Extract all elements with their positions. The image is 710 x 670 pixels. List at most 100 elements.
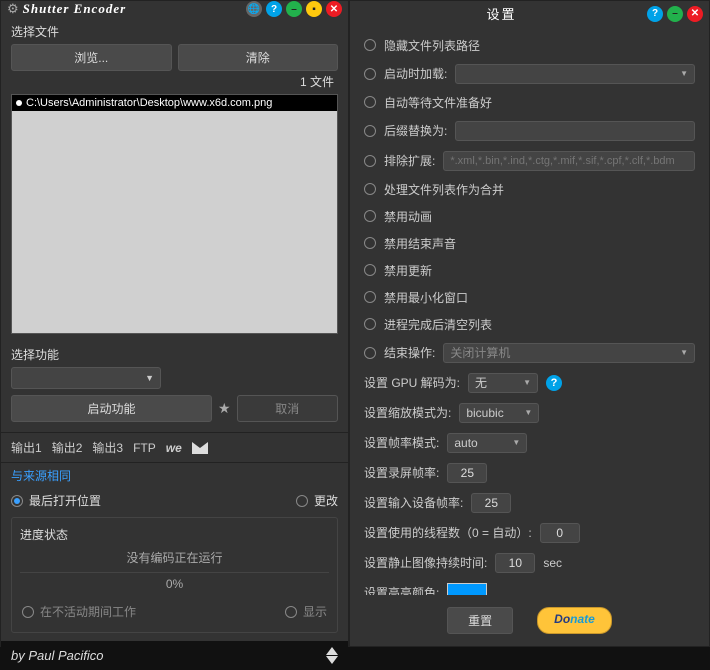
opt-disable-min-radio[interactable]: [364, 291, 376, 303]
help-icon[interactable]: ?: [266, 1, 282, 17]
help-icon[interactable]: ?: [647, 6, 663, 22]
opt-load-start-radio[interactable]: [364, 68, 376, 80]
file-list[interactable]: C:\Users\Administrator\Desktop\www.x6d.c…: [11, 94, 338, 334]
idle-work-label: 在不活动期间工作: [40, 603, 136, 620]
app-title: Shutter Encoder: [23, 1, 246, 17]
opt-hide-path-radio[interactable]: [364, 39, 376, 51]
opt-disable-anim-label: 禁用动画: [384, 208, 432, 225]
opt-wait-ready-label: 自动等待文件准备好: [384, 94, 492, 111]
gpu-decode-label: 设置 GPU 解码为:: [364, 374, 460, 391]
gpu-decode-select[interactable]: 无▼: [468, 373, 538, 393]
choose-file-section: 选择文件 浏览... 清除 1 文件 C:\Users\Administrato…: [1, 17, 348, 340]
file-count: 1 文件: [11, 71, 338, 94]
chevron-down-icon: ▼: [680, 348, 688, 357]
tab-output2[interactable]: 输出2: [52, 439, 83, 456]
chevron-down-icon: ▼: [524, 408, 532, 417]
opt-disable-update-label: 禁用更新: [384, 262, 432, 279]
opt-exclude-label: 排除扩展:: [384, 152, 435, 169]
chevron-down-icon: ▼: [680, 69, 688, 78]
minimize-icon[interactable]: –: [667, 6, 683, 22]
expand-toggle-icon[interactable]: [326, 647, 338, 664]
progress-title: 进度状态: [20, 526, 329, 543]
load-on-start-select[interactable]: ▼: [455, 64, 695, 84]
sec-label: sec: [543, 556, 562, 570]
opt-end-action-radio[interactable]: [364, 347, 376, 359]
settings-titlebar: 设置 ? – ✕: [350, 1, 709, 27]
opt-disable-sound-radio[interactable]: [364, 237, 376, 249]
browse-button[interactable]: 浏览...: [11, 44, 172, 71]
open-last-location-radio[interactable]: [11, 495, 23, 507]
cancel-button[interactable]: 取消: [237, 395, 338, 422]
opt-suffix-radio[interactable]: [364, 125, 376, 137]
main-window: ⚙ Shutter Encoder 🌐 ? – ▪ ✕ 选择文件 浏览... 清…: [0, 0, 349, 647]
choose-function-section: 选择功能 ▼ 启动功能 ★ 取消: [1, 340, 348, 428]
accent-color-label: 设置高亮颜色:: [364, 584, 439, 595]
settings-window: 设置 ? – ✕ 隐藏文件列表路径 启动时加载: ▼ 自动等待文件准备好 后缀替换…: [349, 0, 710, 647]
help-icon[interactable]: ?: [546, 375, 562, 391]
still-dur-label: 设置静止图像持续时间:: [364, 554, 487, 571]
open-last-location-label: 最后打开位置: [29, 492, 101, 509]
opt-hide-path-label: 隐藏文件列表路径: [384, 37, 480, 54]
opt-disable-anim-radio[interactable]: [364, 210, 376, 222]
close-icon[interactable]: ✕: [687, 6, 703, 22]
output-tabs: 输出1 输出2 输出3 FTP we: [1, 432, 348, 463]
opt-exclude-radio[interactable]: [364, 155, 376, 167]
same-as-source-link[interactable]: 与来源相同: [1, 463, 348, 488]
file-list-item[interactable]: C:\Users\Administrator\Desktop\www.x6d.c…: [12, 95, 337, 111]
input-fps-input[interactable]: 25: [471, 493, 511, 513]
opt-load-start-label: 启动时加载:: [384, 65, 447, 82]
input-fps-label: 设置输入设备帧率:: [364, 494, 463, 511]
accent-color-picker[interactable]: [447, 583, 487, 595]
opt-end-action-label: 结束操作:: [384, 344, 435, 361]
show-radio[interactable]: [285, 606, 297, 618]
opt-clear-after-radio[interactable]: [364, 318, 376, 330]
function-select[interactable]: ▼: [11, 367, 161, 389]
mail-icon[interactable]: [192, 442, 208, 454]
settings-title: 设置: [356, 4, 647, 23]
donate-button[interactable]: Donate: [537, 607, 612, 634]
opt-disable-min-label: 禁用最小化窗口: [384, 289, 468, 306]
choose-function-label: 选择功能: [11, 346, 338, 363]
threads-label: 设置使用的线程数（0 = 自动）:: [364, 524, 532, 541]
scale-mode-select[interactable]: bicubic▼: [459, 403, 539, 423]
start-function-button[interactable]: 启动功能: [11, 395, 212, 422]
file-path: C:\Users\Administrator\Desktop\www.x6d.c…: [26, 97, 272, 109]
threads-input[interactable]: 0: [540, 523, 580, 543]
fps-mode-select[interactable]: auto▼: [447, 433, 527, 453]
tab-output3[interactable]: 输出3: [92, 439, 123, 456]
idle-work-radio[interactable]: [22, 606, 34, 618]
clear-button[interactable]: 清除: [178, 44, 339, 71]
tab-output1[interactable]: 输出1: [11, 439, 42, 456]
tab-we[interactable]: we: [166, 441, 182, 455]
opt-clear-after-label: 进程完成后清空列表: [384, 316, 492, 333]
progress-status: 没有编码正在运行: [20, 549, 329, 566]
still-dur-input[interactable]: 10: [495, 553, 535, 573]
bullet-icon: [16, 100, 22, 106]
opt-disable-update-radio[interactable]: [364, 264, 376, 276]
chevron-down-icon: ▼: [512, 438, 520, 447]
change-label: 更改: [314, 492, 338, 509]
reset-button[interactable]: 重置: [447, 607, 513, 634]
minimize-icon[interactable]: –: [286, 1, 302, 17]
exclude-ext-input[interactable]: [443, 151, 695, 171]
opt-merge-radio[interactable]: [364, 183, 376, 195]
settings-gear-icon[interactable]: ⚙: [7, 1, 19, 17]
end-action-select[interactable]: 关闭计算机▼: [443, 343, 695, 363]
tab-ftp[interactable]: FTP: [133, 441, 156, 455]
suffix-input[interactable]: [455, 121, 695, 141]
settings-footer: 重置 Donate: [350, 595, 709, 646]
close-icon[interactable]: ✕: [326, 1, 342, 17]
scale-mode-label: 设置缩放模式为:: [364, 404, 451, 421]
change-radio[interactable]: [296, 495, 308, 507]
reduce-icon[interactable]: ▪: [306, 1, 322, 17]
opt-suffix-label: 后缀替换为:: [384, 122, 447, 139]
opt-disable-sound-label: 禁用结束声音: [384, 235, 456, 252]
choose-file-label: 选择文件: [11, 23, 338, 40]
show-label: 显示: [303, 603, 327, 620]
globe-icon[interactable]: 🌐: [246, 1, 262, 17]
footer: by Paul Pacifico: [1, 641, 348, 670]
opt-wait-ready-radio[interactable]: [364, 96, 376, 108]
progress-percent: 0%: [20, 572, 329, 591]
favorite-star-icon[interactable]: ★: [218, 400, 231, 417]
record-fps-input[interactable]: 25: [447, 463, 487, 483]
